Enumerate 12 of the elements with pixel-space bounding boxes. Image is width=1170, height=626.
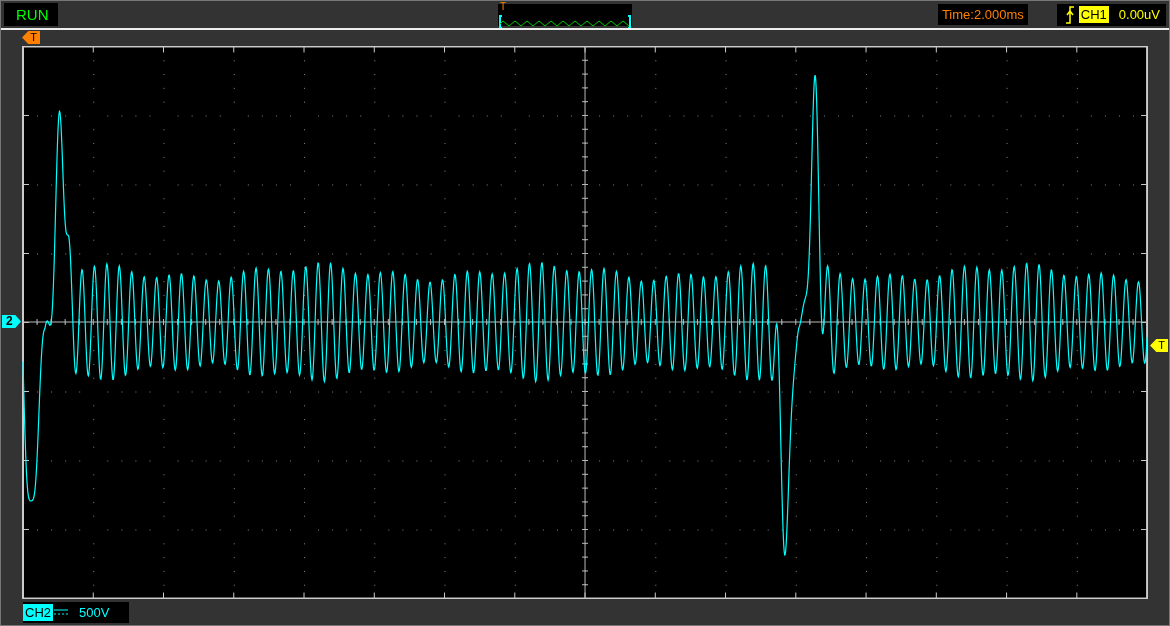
timebase-readout: Time:2.000ms xyxy=(937,4,1028,25)
run-status: RUN xyxy=(4,3,58,26)
volts-per-division: 500V xyxy=(79,604,110,620)
trigger-level-marker[interactable]: T xyxy=(1150,339,1169,352)
trigger-level: 0.00uV xyxy=(1118,7,1160,22)
rising-edge-icon xyxy=(1064,5,1075,24)
trigger-mark: T xyxy=(500,1,507,12)
dc-coupling-icon xyxy=(53,607,69,617)
channel-marker[interactable]: 2 xyxy=(2,315,21,328)
channel-label: CH2 xyxy=(23,603,53,621)
trigger-position-marker[interactable]: T xyxy=(22,31,40,44)
trigger-channel: CH1 xyxy=(1078,6,1109,23)
